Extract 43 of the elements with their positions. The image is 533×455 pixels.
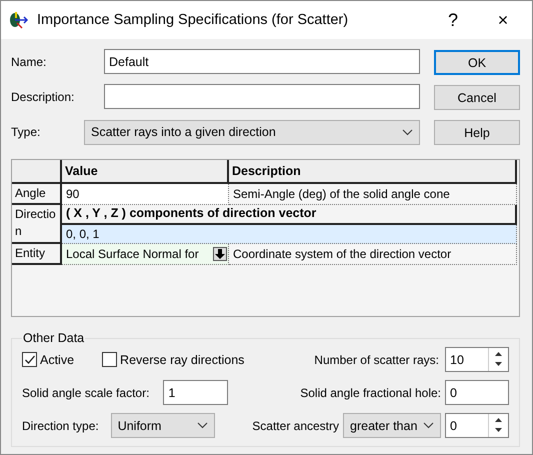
input-field[interactable]: 1	[163, 380, 228, 405]
down-arrow-icon[interactable]	[213, 247, 227, 261]
field-label: Name:	[11, 54, 48, 69]
type-dropdown[interactable]: Scatter rays into a given direction	[84, 120, 420, 145]
input-field[interactable]: 0	[445, 380, 509, 405]
number-spinner[interactable]: 10	[445, 347, 509, 372]
group-title: Other Data	[22, 331, 86, 345]
text-field[interactable]	[104, 84, 420, 110]
row-header: Entity	[12, 244, 62, 265]
ancestry-dropdown[interactable]: greater than	[343, 413, 441, 438]
field-label: Type:	[11, 125, 42, 140]
app-icon	[9, 10, 29, 30]
value-dropdown[interactable]: Local Surface Normal for	[62, 244, 229, 265]
dialog-button[interactable]: OK	[434, 50, 520, 75]
value-cell[interactable]: 90	[62, 184, 229, 205]
checkbox[interactable]: Reverse ray directions	[102, 352, 244, 367]
window-title: Importance Sampling Specifications (for Scatter)	[37, 12, 350, 28]
checkmark-icon	[24, 354, 36, 366]
text-field[interactable]: Default	[104, 49, 420, 74]
close-button[interactable]: ×	[482, 8, 524, 32]
field-label: Solid angle scale factor:	[22, 386, 150, 400]
row-header: Direction	[12, 205, 62, 244]
number-spinner[interactable]: 0	[445, 413, 509, 438]
help-button[interactable]: ?	[432, 8, 474, 32]
column-header: Description	[229, 160, 517, 184]
direction-dropdown[interactable]: Uniform	[110, 413, 215, 438]
dialog-button[interactable]: Cancel	[434, 85, 520, 110]
field-label: Description:	[11, 90, 76, 104]
chevron-down-icon	[402, 128, 413, 136]
vector-heading: ( X , Y , Z ) components of direction vector	[62, 205, 517, 225]
chevron-down-icon	[196, 422, 208, 429]
description-cell: Coordinate system of the direction vector	[229, 244, 517, 265]
description-cell: Semi-Angle (deg) of the solid angle cone	[229, 184, 517, 205]
row-header: Angle	[12, 184, 62, 205]
dialog-button[interactable]: Help	[434, 120, 520, 145]
field-label: Scatter ancestry	[252, 418, 339, 432]
value-cell[interactable]: 0, 0, 1	[62, 225, 517, 244]
checkbox[interactable]: Active	[22, 352, 74, 367]
column-header: Value	[62, 160, 229, 184]
field-label: Direction type:	[22, 418, 99, 432]
field-label: Solid angle fractional hole:	[300, 386, 441, 400]
chevron-down-icon	[423, 422, 434, 429]
field-label: Number of scatter rays:	[314, 352, 439, 366]
